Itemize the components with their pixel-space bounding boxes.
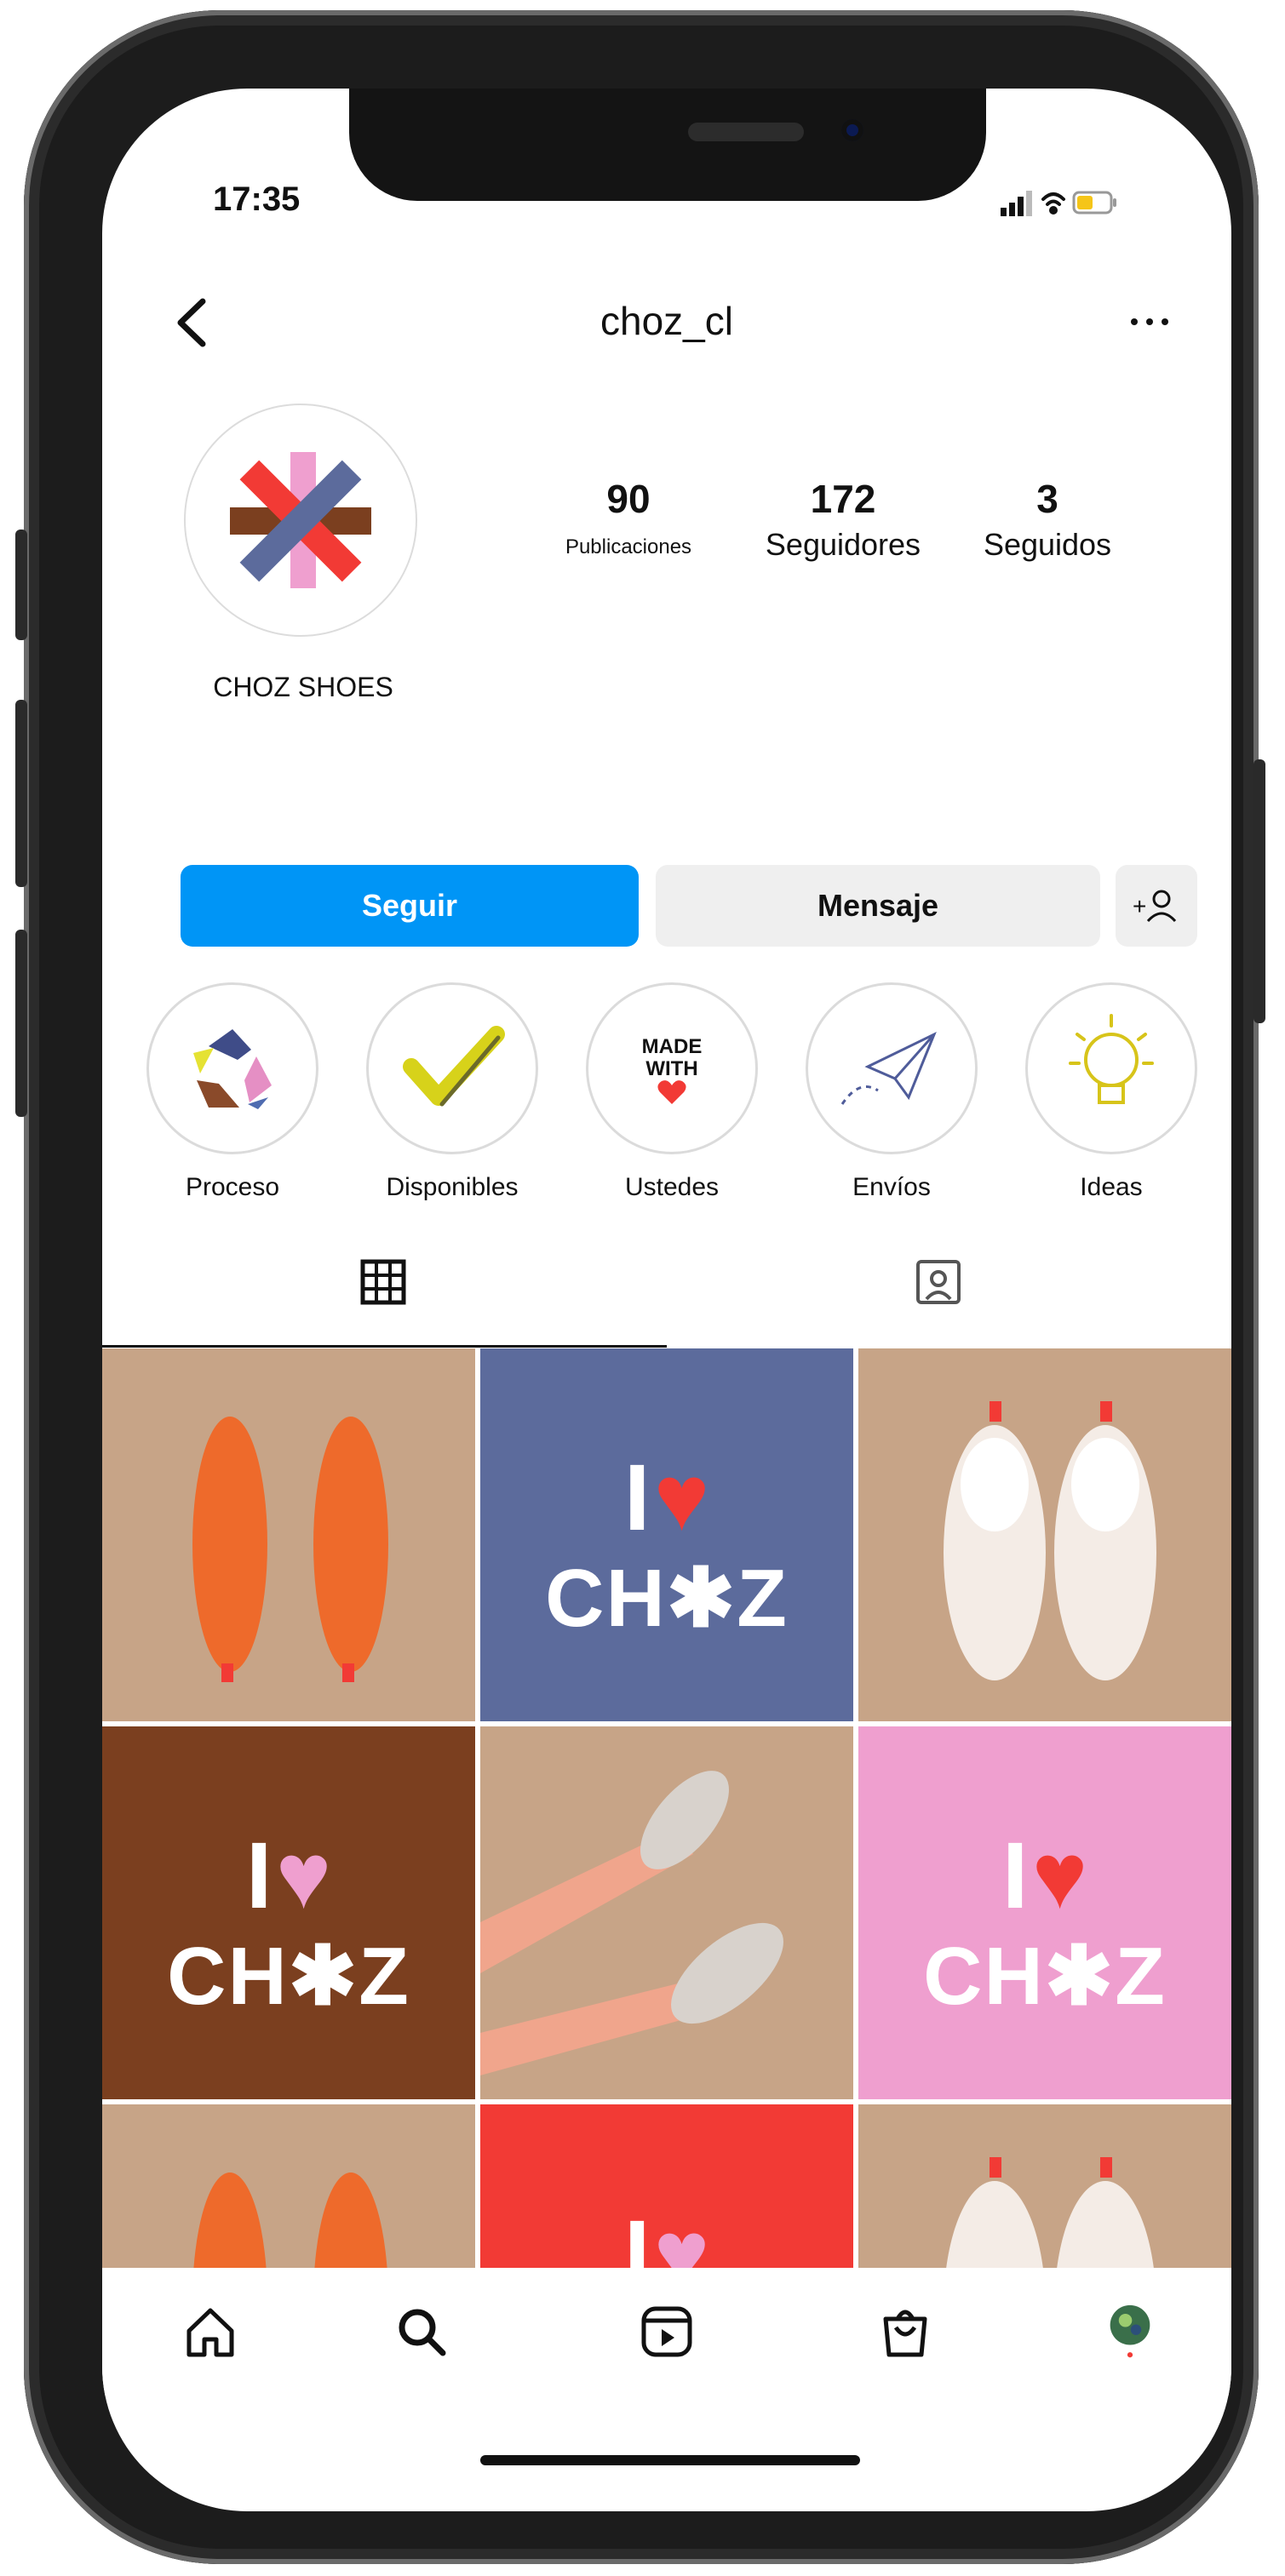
badge-line1: MADE bbox=[642, 1035, 703, 1058]
post-tile[interactable]: I ♥ CH✱Z bbox=[480, 1348, 853, 1721]
shoe-soles-image bbox=[193, 2172, 387, 2268]
heart-icon: ♥ bbox=[653, 1445, 710, 1550]
paper-plane-icon bbox=[840, 1031, 937, 1105]
love-i: I bbox=[1001, 1823, 1029, 1928]
profile-display-name: CHOZ SHOES bbox=[213, 672, 393, 702]
svg-text:+: + bbox=[1133, 893, 1146, 919]
highlight-label: Envíos bbox=[852, 1173, 931, 1201]
suggested-accounts-button[interactable]: + bbox=[1116, 865, 1197, 947]
choz-logo-icon bbox=[230, 452, 371, 588]
notch bbox=[349, 89, 986, 201]
slippers-image bbox=[946, 2157, 1154, 2268]
post-tile[interactable] bbox=[858, 2104, 1231, 2268]
home-indicator bbox=[480, 2455, 860, 2465]
heart-icon: ♥ bbox=[653, 2201, 710, 2268]
speaker bbox=[688, 123, 804, 141]
stat-followers-label: Seguidores bbox=[765, 527, 921, 562]
stat-following-value: 3 bbox=[1036, 477, 1058, 521]
message-button[interactable]: Mensaje bbox=[656, 865, 1100, 947]
highlight-cover bbox=[146, 982, 318, 1154]
stat-followers-value: 172 bbox=[810, 477, 876, 521]
highlight-envios[interactable]: Envíos bbox=[802, 982, 981, 1202]
love-i: I bbox=[623, 1445, 651, 1550]
phone-frame: 17:35 choz_cl CHOZ SHOES 90 Publicacione… bbox=[15, 10, 1265, 2564]
phone-screen: 17:35 choz_cl CHOZ SHOES 90 Publicacione… bbox=[102, 89, 1231, 2511]
highlight-cover bbox=[366, 982, 538, 1154]
status-time: 17:35 bbox=[213, 180, 301, 218]
signal-icon bbox=[1001, 191, 1032, 216]
stat-posts[interactable]: 90 Publicaciones bbox=[526, 476, 731, 559]
status-icons bbox=[1001, 191, 1116, 216]
lightbulb-icon bbox=[1069, 1014, 1154, 1104]
battery-icon bbox=[1072, 191, 1116, 215]
highlight-label: Proceso bbox=[185, 1173, 280, 1201]
legs-slippers-image bbox=[480, 1771, 783, 2075]
stat-posts-label: Publicaciones bbox=[565, 535, 692, 558]
highlight-cover bbox=[1025, 982, 1197, 1154]
highlight-proceso[interactable]: Proceso bbox=[143, 982, 322, 1202]
highlight-disponibles[interactable]: Disponibles bbox=[363, 982, 542, 1202]
post-tile[interactable]: I ♥ CH✱Z bbox=[480, 2104, 853, 2268]
wifi-icon bbox=[1041, 192, 1065, 215]
highlight-cover bbox=[806, 982, 978, 1154]
stat-posts-value: 90 bbox=[606, 477, 651, 521]
slippers-image bbox=[944, 1401, 1156, 1680]
post-tile[interactable]: I ♥ CH✱Z bbox=[102, 1726, 475, 2099]
shop-icon[interactable] bbox=[875, 2302, 935, 2361]
checkmark-icon bbox=[403, 1026, 505, 1107]
highlight-label: Ustedes bbox=[624, 1173, 720, 1201]
highlight-label: Disponibles bbox=[386, 1173, 519, 1201]
recycle-icon bbox=[193, 1029, 272, 1109]
heart-icon: ♥ bbox=[275, 1823, 332, 1928]
highlight-ustedes[interactable]: MADE WITH Ustedes bbox=[582, 982, 761, 1202]
front-camera bbox=[841, 119, 863, 141]
tagged-tab-icon[interactable] bbox=[913, 1257, 964, 1308]
follow-button[interactable]: Seguir bbox=[181, 865, 639, 947]
stat-following[interactable]: 3 Seguidos bbox=[962, 476, 1133, 563]
reels-icon[interactable] bbox=[637, 2302, 697, 2361]
love-word: CH✱Z bbox=[923, 1931, 1167, 2022]
made-with-love-icon: MADE WITH bbox=[642, 1035, 703, 1104]
love-i: I bbox=[623, 2201, 651, 2269]
power-button bbox=[1253, 759, 1265, 1023]
highlight-label: Ideas bbox=[1080, 1173, 1143, 1201]
bottom-navigation bbox=[102, 2268, 1231, 2396]
i-love-choz-text: I ♥ CH✱Z bbox=[858, 1822, 1231, 2024]
profile-username: choz_cl bbox=[600, 299, 733, 343]
post-tile[interactable] bbox=[102, 1348, 475, 1721]
post-tile[interactable] bbox=[102, 2104, 475, 2268]
more-options-icon[interactable] bbox=[1124, 305, 1175, 339]
love-i: I bbox=[245, 1823, 272, 1928]
i-love-choz-text: I ♥ CH✱Z bbox=[480, 2200, 853, 2268]
home-icon[interactable] bbox=[181, 2302, 240, 2361]
profile-avatar-icon[interactable] bbox=[1100, 2302, 1160, 2361]
love-word: CH✱Z bbox=[545, 1553, 789, 1644]
volume-up-button bbox=[15, 700, 27, 887]
stat-following-label: Seguidos bbox=[983, 527, 1112, 562]
post-tile[interactable] bbox=[858, 1348, 1231, 1721]
highlight-ideas[interactable]: Ideas bbox=[1022, 982, 1201, 1202]
post-tile[interactable] bbox=[480, 1726, 853, 2099]
volume-down-button bbox=[15, 930, 27, 1117]
stat-followers[interactable]: 172 Seguidores bbox=[741, 476, 945, 563]
badge-line2: WITH bbox=[645, 1057, 697, 1080]
search-icon[interactable] bbox=[392, 2302, 451, 2361]
post-tile[interactable]: I ♥ CH✱Z bbox=[858, 1726, 1231, 2099]
mute-switch bbox=[15, 530, 27, 640]
highlight-cover: MADE WITH bbox=[586, 982, 758, 1154]
i-love-choz-text: I ♥ CH✱Z bbox=[480, 1444, 853, 1646]
posts-grid: I ♥ CH✱Z I ♥ CH✱Z I ♥ CH✱Z I ♥ bbox=[102, 1348, 1231, 2268]
active-tab-indicator bbox=[102, 1345, 667, 1348]
heart-icon: ♥ bbox=[1031, 1823, 1088, 1928]
i-love-choz-text: I ♥ CH✱Z bbox=[102, 1822, 475, 2024]
love-word: CH✱Z bbox=[167, 1931, 410, 2022]
add-person-icon: + bbox=[1133, 890, 1177, 923]
shoe-soles-image bbox=[192, 1417, 388, 1682]
profile-avatar[interactable] bbox=[184, 404, 417, 637]
grid-tab-icon[interactable] bbox=[358, 1257, 409, 1308]
